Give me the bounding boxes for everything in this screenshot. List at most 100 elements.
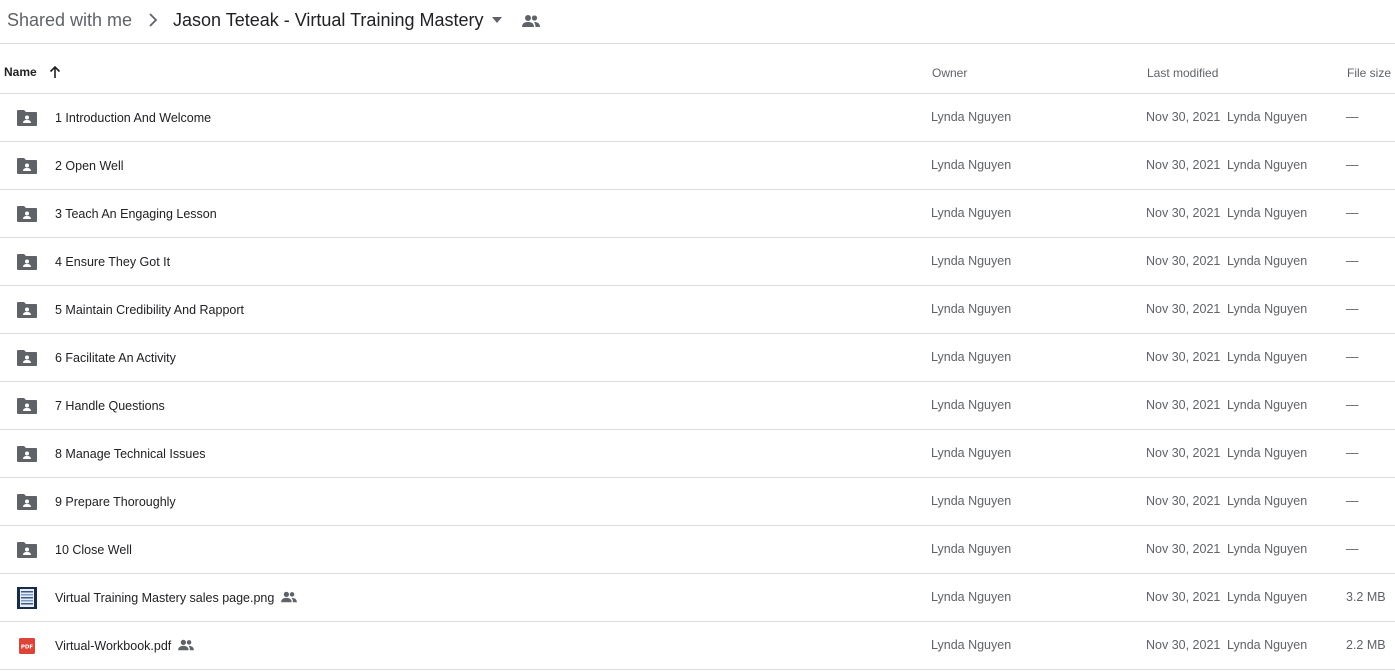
shared-folder-icon	[16, 539, 38, 561]
file-size: —	[1346, 158, 1359, 172]
file-name-text: 7 Handle Questions	[55, 399, 165, 413]
file-owner: Lynda Nguyen	[931, 302, 1012, 316]
file-modified-date: Nov 30, 2021	[1146, 446, 1221, 460]
file-modified-date: Nov 30, 2021	[1146, 302, 1221, 316]
column-header-name[interactable]: Name	[4, 65, 37, 79]
pdf-icon: PDF	[16, 635, 38, 657]
arrow-up-icon[interactable]	[48, 65, 62, 79]
file-modified-by: Lynda Nguyen	[1227, 446, 1308, 460]
file-modified-date: Nov 30, 2021	[1146, 158, 1221, 172]
file-name-text: Virtual-Workbook.pdf	[55, 639, 172, 653]
file-modified-date: Nov 30, 2021	[1146, 638, 1221, 652]
file-size: —	[1346, 446, 1359, 460]
shared-folder-icon	[16, 443, 38, 465]
file-modified-date: Nov 30, 2021	[1146, 398, 1221, 412]
file-size: 3.2 MB	[1346, 590, 1386, 604]
file-name[interactable]: 6 Facilitate An Activity	[55, 350, 176, 366]
file-name-text: 8 Manage Technical Issues	[55, 447, 206, 461]
file-row[interactable]: 8 Manage Technical Issues Lynda Nguyen Nov…	[0, 430, 1395, 478]
file-row[interactable]: 3 Teach An Engaging Lesson Lynda Nguyen No…	[0, 190, 1395, 238]
file-size: —	[1346, 206, 1359, 220]
file-name[interactable]: 5 Maintain Credibility And Rapport	[55, 302, 244, 318]
shared-folder-icon	[16, 299, 38, 321]
column-header-row: Name Owner Last modified File size	[0, 45, 1395, 94]
file-name-text: 6 Facilitate An Activity	[55, 351, 176, 365]
file-modified-date: Nov 30, 2021	[1146, 110, 1221, 124]
file-size: —	[1346, 398, 1359, 412]
people-icon	[280, 590, 298, 604]
file-name-text: 3 Teach An Engaging Lesson	[55, 207, 217, 221]
breadcrumb-shared-with-me[interactable]: Shared with me	[7, 8, 132, 32]
column-header-owner[interactable]: Owner	[932, 66, 967, 80]
file-owner: Lynda Nguyen	[931, 590, 1012, 604]
shared-folder-icon	[16, 155, 38, 177]
file-owner: Lynda Nguyen	[931, 254, 1012, 268]
file-owner: Lynda Nguyen	[931, 542, 1012, 556]
shared-folder-icon	[16, 203, 38, 225]
file-size: —	[1346, 302, 1359, 316]
file-owner: Lynda Nguyen	[931, 398, 1012, 412]
chevron-right-icon	[149, 13, 158, 27]
file-name[interactable]: 3 Teach An Engaging Lesson	[55, 206, 217, 222]
image-thumbnail-icon	[16, 587, 38, 609]
file-modified-date: Nov 30, 2021	[1146, 206, 1221, 220]
file-modified-by: Lynda Nguyen	[1227, 542, 1308, 556]
file-name[interactable]: 7 Handle Questions	[55, 398, 165, 414]
file-size: —	[1346, 350, 1359, 364]
file-modified-by: Lynda Nguyen	[1227, 254, 1308, 268]
file-name[interactable]: 9 Prepare Thoroughly	[55, 494, 176, 510]
column-header-last-modified[interactable]: Last modified	[1147, 66, 1218, 80]
file-row[interactable]: 7 Handle Questions Lynda Nguyen Nov 30, 20…	[0, 382, 1395, 430]
shared-folder-icon	[16, 347, 38, 369]
file-name-text: 9 Prepare Thoroughly	[55, 495, 176, 509]
file-modified-by: Lynda Nguyen	[1227, 638, 1308, 652]
file-size: 2.2 MB	[1346, 638, 1386, 652]
file-modified-by: Lynda Nguyen	[1227, 590, 1308, 604]
breadcrumb-bar: Shared with me Jason Teteak - Virtual Tr…	[0, 0, 1395, 44]
file-modified-by: Lynda Nguyen	[1227, 158, 1308, 172]
people-icon[interactable]	[521, 12, 541, 30]
file-name[interactable]: 8 Manage Technical Issues	[55, 446, 206, 462]
file-owner: Lynda Nguyen	[931, 446, 1012, 460]
file-row[interactable]: 6 Facilitate An Activity Lynda Nguyen Nov …	[0, 334, 1395, 382]
column-header-file-size[interactable]: File size	[1347, 66, 1391, 80]
file-size: —	[1346, 494, 1359, 508]
file-size: —	[1346, 542, 1359, 556]
file-modified-date: Nov 30, 2021	[1146, 494, 1221, 508]
file-name-text: 4 Ensure They Got It	[55, 255, 171, 269]
file-modified-date: Nov 30, 2021	[1146, 590, 1221, 604]
file-owner: Lynda Nguyen	[931, 638, 1012, 652]
file-row[interactable]: 5 Maintain Credibility And Rapport Lynda …	[0, 286, 1395, 334]
breadcrumb-current-folder[interactable]: Jason Teteak - Virtual Training Mastery	[173, 8, 483, 32]
file-size: —	[1346, 110, 1359, 124]
file-modified-by: Lynda Nguyen	[1227, 350, 1308, 364]
file-modified-by: Lynda Nguyen	[1227, 206, 1308, 220]
file-name-text: 1 Introduction And Welcome	[55, 111, 212, 125]
file-modified-date: Nov 30, 2021	[1146, 254, 1221, 268]
file-row[interactable]: 9 Prepare Thoroughly Lynda Nguyen Nov 30, …	[0, 478, 1395, 526]
file-name[interactable]: Virtual-Workbook.pdf	[55, 638, 195, 654]
file-modified-by: Lynda Nguyen	[1227, 302, 1308, 316]
file-row[interactable]: 10 Close Well Lynda Nguyen Nov 30, 2021 Lyn…	[0, 526, 1395, 574]
file-name-text: Virtual Training Mastery sales page.png	[55, 591, 275, 605]
shared-folder-icon	[16, 107, 38, 129]
file-name-text: 10 Close Well	[55, 543, 132, 557]
file-name[interactable]: 2 Open Well	[55, 158, 124, 174]
caret-down-icon[interactable]	[490, 15, 504, 25]
file-name[interactable]: 4 Ensure They Got It	[55, 254, 170, 270]
file-row[interactable]: 2 Open Well Lynda Nguyen Nov 30, 2021 Lynda…	[0, 142, 1395, 190]
file-name[interactable]: Virtual Training Mastery sales page.png	[55, 590, 298, 606]
file-name[interactable]: 1 Introduction And Welcome	[55, 110, 211, 126]
file-owner: Lynda Nguyen	[931, 494, 1012, 508]
svg-text:PDF: PDF	[21, 645, 34, 651]
file-modified-by: Lynda Nguyen	[1227, 110, 1308, 124]
file-owner: Lynda Nguyen	[931, 206, 1012, 220]
file-name[interactable]: 10 Close Well	[55, 542, 132, 558]
file-row[interactable]: 4 Ensure They Got It Lynda Nguyen Nov 30, …	[0, 238, 1395, 286]
file-name-text: 5 Maintain Credibility And Rapport	[55, 303, 244, 317]
file-modified-by: Lynda Nguyen	[1227, 398, 1308, 412]
file-row[interactable]: PDF Virtual-Workbook.pdf Lynda Nguyen Nov 3…	[0, 622, 1395, 670]
file-modified-by: Lynda Nguyen	[1227, 494, 1308, 508]
file-row[interactable]: Virtual Training Mastery sales page.png L…	[0, 574, 1395, 622]
file-row[interactable]: 1 Introduction And Welcome Lynda Nguyen No…	[0, 94, 1395, 142]
